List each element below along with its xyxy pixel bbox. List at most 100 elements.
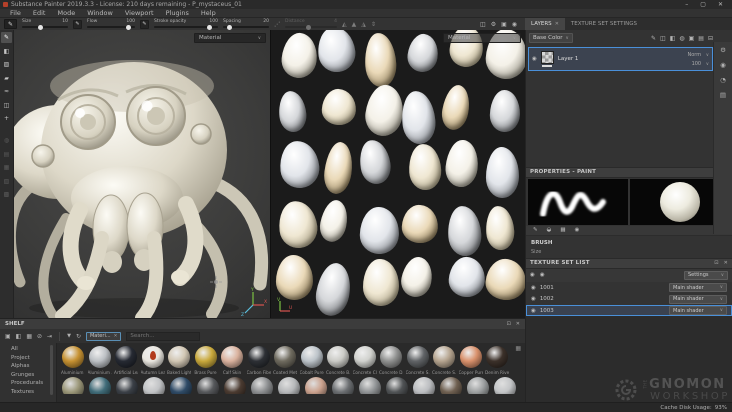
material-item[interactable]: Calf Skin: [220, 346, 244, 375]
hide-icon[interactable]: ⊘: [37, 333, 42, 340]
close-icon[interactable]: ✕: [724, 260, 728, 266]
layer-row[interactable]: ◉ Layer 1 Norm ∨ 100 ∨: [528, 47, 713, 71]
close-button[interactable]: ✕: [718, 1, 723, 8]
viewport-2d[interactable]: Material ∨ V U: [270, 30, 525, 318]
clone-tool[interactable]: ◫: [1, 100, 12, 111]
layer-visibility-eye-icon[interactable]: ◉: [532, 56, 537, 62]
layers-empty-area[interactable]: [526, 71, 713, 167]
menu-mode[interactable]: Mode: [51, 9, 81, 17]
material-item[interactable]: Baked Light...: [167, 346, 191, 375]
size-pressure-toggle[interactable]: ✎: [73, 19, 82, 29]
maximize-button[interactable]: ▢: [700, 1, 706, 8]
channel-dropdown[interactable]: Base Color ∨: [529, 33, 573, 43]
stroke-options-icon[interactable]: ⋰: [274, 21, 280, 28]
paint-tool[interactable]: ✎: [1, 32, 12, 43]
minimize-button[interactable]: –: [685, 1, 688, 8]
material-item[interactable]: Cobalt Pure: [300, 346, 324, 375]
add-smart-material-icon[interactable]: ▣: [689, 35, 695, 42]
grid-view-icon[interactable]: ▦: [515, 345, 521, 352]
display-settings-icon[interactable]: ⚙: [491, 21, 496, 28]
slider-thumb[interactable]: [38, 24, 44, 30]
menu-edit[interactable]: Edit: [27, 9, 52, 17]
filter-tag[interactable]: Materi... ✕: [85, 331, 122, 341]
material-sphere[interactable]: [251, 376, 274, 394]
flow-pressure-toggle[interactable]: ✎: [140, 19, 149, 29]
material-mode-dropdown-3d[interactable]: Material ∨: [194, 33, 266, 43]
layer-name[interactable]: Layer 1: [558, 56, 579, 62]
menu-plugins[interactable]: Plugins: [160, 9, 195, 17]
search-input[interactable]: [126, 331, 201, 341]
material-tab-icon[interactable]: ◉: [575, 227, 580, 233]
menu-window[interactable]: Window: [81, 9, 119, 17]
material-sphere[interactable]: [332, 376, 355, 394]
material-item[interactable]: Concrete Cl...: [353, 346, 377, 375]
menu-file[interactable]: File: [4, 9, 27, 17]
layer-thumbnail[interactable]: [540, 51, 554, 64]
flow-slider[interactable]: Flow 100: [87, 19, 135, 30]
material-item[interactable]: Concrete B...: [326, 346, 350, 375]
slider-track[interactable]: [22, 24, 68, 30]
projection-tool[interactable]: ▨: [1, 59, 12, 70]
material-item[interactable]: Copper Pure: [459, 346, 483, 375]
material-sphere[interactable]: [467, 376, 490, 394]
viewport-3d[interactable]: Material ∨ Y X Z: [14, 30, 270, 318]
close-icon[interactable]: ✕: [516, 321, 520, 327]
add-folder-icon[interactable]: ▤: [698, 35, 704, 42]
material-sphere[interactable]: [89, 376, 112, 394]
filter-icon[interactable]: ▼: [67, 333, 71, 339]
slider-thumb[interactable]: [227, 24, 233, 30]
slider-thumb[interactable]: [207, 24, 213, 30]
shader-dropdown[interactable]: Main shader ∨: [669, 306, 727, 315]
shader-dropdown[interactable]: Main shader ∨: [669, 283, 727, 292]
display-settings-icon[interactable]: ⚙: [720, 46, 726, 54]
alpha-tab-icon[interactable]: ◒: [547, 227, 552, 233]
material-sphere[interactable]: [413, 376, 436, 394]
material-sphere[interactable]: [440, 376, 463, 394]
material-sphere[interactable]: [359, 376, 382, 394]
texture-set-eye-icon[interactable]: ◉: [531, 285, 536, 291]
material-item[interactable]: Aluminium ...: [61, 346, 85, 375]
add-content-icon[interactable]: ◧: [16, 333, 22, 340]
texture-set-row[interactable]: ◉ 1002 Main shader ∨: [526, 293, 732, 305]
texture-set-eye-icon[interactable]: ◉: [531, 296, 536, 302]
material-sphere[interactable]: [305, 376, 328, 394]
stroke-opacity-slider[interactable]: Stroke opacity 100: [154, 19, 218, 30]
material-item[interactable]: Artificial Lea...: [114, 346, 138, 375]
material-item[interactable]: Aluminium ...: [88, 346, 112, 375]
material-sphere[interactable]: [494, 376, 517, 394]
navigation-gizmo-icon[interactable]: [210, 273, 222, 292]
eye-all-icon[interactable]: ◉: [530, 272, 535, 278]
remove-filter-icon[interactable]: ✕: [114, 334, 118, 339]
polygon-fill-tool[interactable]: ▰: [1, 73, 12, 84]
slider-track[interactable]: [154, 24, 218, 30]
material-item[interactable]: Autumn Leaf: [141, 346, 165, 375]
slider-track[interactable]: [223, 24, 269, 30]
smudge-tool[interactable]: ≈: [1, 86, 12, 97]
current-tool-button[interactable]: ✎: [4, 19, 17, 29]
tab-layers[interactable]: LAYERS ✕: [525, 18, 565, 30]
settings-button[interactable]: Settings ∨: [684, 270, 728, 280]
spacing-slider[interactable]: Spacing 20: [223, 19, 269, 30]
delete-layer-icon[interactable]: ⊟: [708, 35, 713, 42]
material-item[interactable]: Brass Pure: [194, 346, 218, 375]
eraser-tool[interactable]: ◧: [1, 46, 12, 57]
material-item[interactable]: Concrete S...: [406, 346, 430, 375]
snapshot-icon[interactable]: ◉: [512, 21, 517, 28]
history-icon[interactable]: ◔: [720, 76, 726, 84]
add-adjustment-icon[interactable]: ◍: [679, 35, 684, 42]
material-sphere[interactable]: [224, 376, 247, 394]
add-effect-icon[interactable]: ✎: [651, 35, 656, 42]
stencil-tab-icon[interactable]: ▦: [560, 227, 565, 233]
camera-mode-icon[interactable]: ◫: [480, 21, 486, 28]
shader-dropdown[interactable]: Main shader ∨: [669, 294, 727, 304]
eye-filter-icon[interactable]: ◉: [540, 272, 545, 278]
menu-help[interactable]: Help: [195, 9, 222, 17]
material-sphere[interactable]: [197, 376, 220, 394]
slider-track[interactable]: [87, 24, 135, 30]
add-mask-icon[interactable]: ◫: [660, 35, 666, 42]
add-fill-layer-icon[interactable]: ◧: [670, 35, 676, 42]
log-icon[interactable]: ▤: [720, 91, 726, 99]
material-mode-dropdown-2d[interactable]: Material ∨: [443, 33, 521, 43]
close-icon[interactable]: ✕: [555, 21, 559, 27]
dock-icon[interactable]: ⊡: [714, 260, 718, 266]
